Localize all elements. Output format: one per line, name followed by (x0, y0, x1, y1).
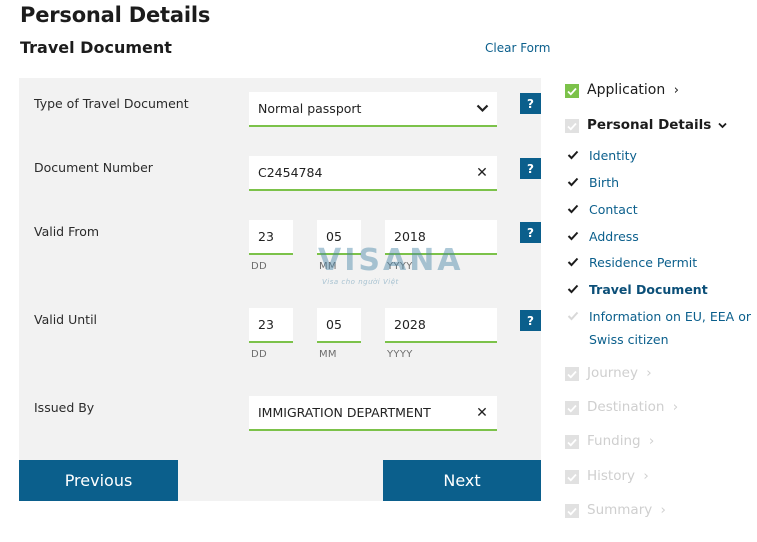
sidebar-item-travel-document[interactable]: Travel Document (589, 278, 708, 301)
clear-icon[interactable]: ✕ (467, 165, 497, 181)
valid-until-help-button[interactable]: ? (520, 310, 541, 331)
document-type-select[interactable]: Normal passport (249, 92, 497, 127)
checkbox-checked-icon (565, 84, 579, 98)
document-number-field[interactable]: C2454784 ✕ (249, 156, 497, 191)
valid-from-label: Valid From (34, 224, 100, 239)
checkmark-icon (567, 204, 579, 214)
valid-until-day-hint: DD (251, 349, 268, 360)
valid-until-label: Valid Until (34, 312, 98, 327)
clear-icon[interactable]: ✕ (467, 405, 497, 421)
sidebar-item-history: History › (587, 468, 649, 484)
document-type-value: Normal passport (258, 101, 362, 116)
chevron-down-icon (718, 122, 727, 128)
sidebar-item-funding-label: Funding (587, 433, 641, 449)
valid-until-month-value: 05 (326, 317, 342, 332)
document-type-label: Type of Travel Document (34, 96, 189, 111)
checkmark-icon (567, 231, 579, 241)
valid-from-year-value: 2018 (394, 229, 426, 244)
checkmark-icon (567, 284, 579, 294)
sidebar-item-summary-label: Summary (587, 502, 653, 518)
next-button[interactable]: Next (383, 460, 541, 501)
valid-from-day-hint: DD (251, 261, 268, 272)
valid-from-day-field[interactable]: 23 (249, 220, 293, 255)
valid-until-month-hint: MM (319, 349, 337, 360)
sidebar-item-summary: Summary › (587, 502, 666, 518)
checkbox-disabled-icon (565, 435, 579, 449)
valid-from-day-value: 23 (258, 229, 274, 244)
sidebar-item-funding: Funding › (587, 433, 654, 449)
valid-from-month-hint: MM (319, 261, 337, 272)
sidebar-item-residence-permit[interactable]: Residence Permit (589, 251, 697, 274)
previous-button[interactable]: Previous (19, 460, 178, 501)
sidebar-item-application-label: Application (587, 82, 666, 98)
sidebar-item-application[interactable]: Application › (587, 82, 679, 98)
valid-until-day-value: 23 (258, 317, 274, 332)
valid-from-month-value: 05 (326, 229, 342, 244)
document-number-help-button[interactable]: ? (520, 158, 541, 179)
clear-form-link[interactable]: Clear Form (485, 41, 550, 55)
valid-from-year-field[interactable]: 2018 (385, 220, 497, 255)
checkmark-icon (567, 257, 579, 267)
issued-by-value: IMMIGRATION DEPARTMENT (258, 405, 431, 420)
sidebar-item-history-label: History (587, 468, 636, 484)
chevron-right-icon: › (648, 433, 655, 449)
valid-until-month-field[interactable]: 05 (317, 308, 361, 343)
sidebar-item-personal-details-label: Personal Details (587, 117, 712, 133)
sidebar-item-address[interactable]: Address (589, 225, 639, 248)
valid-until-year-value: 2028 (394, 317, 426, 332)
valid-from-year-hint: YYYY (387, 261, 413, 272)
chevron-right-icon: › (660, 502, 666, 518)
chevron-right-icon: › (673, 83, 679, 98)
valid-until-day-field[interactable]: 23 (249, 308, 293, 343)
sidebar-item-eu-citizen[interactable]: Information on EU, EEA or Swiss citizen (589, 305, 751, 351)
checkbox-disabled-icon (565, 401, 579, 415)
sidebar-item-eu-citizen-line-1: Information on EU, EEA or (589, 309, 751, 324)
chevron-right-icon: › (646, 365, 652, 381)
document-number-label: Document Number (34, 160, 153, 175)
checkmark-icon (567, 177, 579, 187)
checkbox-disabled-icon (565, 470, 579, 484)
sidebar-item-identity[interactable]: Identity (589, 144, 637, 167)
travel-document-form: Type of Travel Document Normal passport … (19, 78, 541, 501)
sidebar-item-journey: Journey › (587, 365, 652, 381)
chevron-down-icon[interactable] (467, 104, 497, 113)
valid-from-month-field[interactable]: 05 (317, 220, 361, 255)
chevron-right-icon: › (672, 399, 679, 415)
sidebar-item-destination-label: Destination (587, 399, 665, 415)
sidebar-item-destination: Destination › (587, 399, 678, 415)
sidebar-item-eu-citizen-line-2: Swiss citizen (589, 332, 669, 347)
issued-by-field[interactable]: IMMIGRATION DEPARTMENT ✕ (249, 396, 497, 431)
checkmark-icon (567, 311, 579, 321)
checkbox-disabled-icon (565, 504, 579, 518)
sidebar-item-journey-label: Journey (587, 365, 638, 381)
section-title: Travel Document (20, 38, 172, 57)
page-title: Personal Details (20, 3, 211, 27)
checkmark-icon (567, 150, 579, 160)
sidebar-item-contact[interactable]: Contact (589, 198, 638, 221)
valid-until-year-hint: YYYY (387, 349, 413, 360)
issued-by-label: Issued By (34, 400, 95, 415)
chevron-right-icon: › (643, 468, 649, 484)
checkbox-unchecked-icon (565, 119, 579, 133)
valid-from-help-button[interactable]: ? (520, 222, 541, 243)
sidebar-item-birth[interactable]: Birth (589, 171, 619, 194)
sidebar-item-personal-details[interactable]: Personal Details (587, 117, 727, 133)
document-type-help-button[interactable]: ? (520, 93, 541, 114)
document-number-value: C2454784 (258, 165, 323, 180)
valid-until-year-field[interactable]: 2028 (385, 308, 497, 343)
checkbox-disabled-icon (565, 367, 579, 381)
